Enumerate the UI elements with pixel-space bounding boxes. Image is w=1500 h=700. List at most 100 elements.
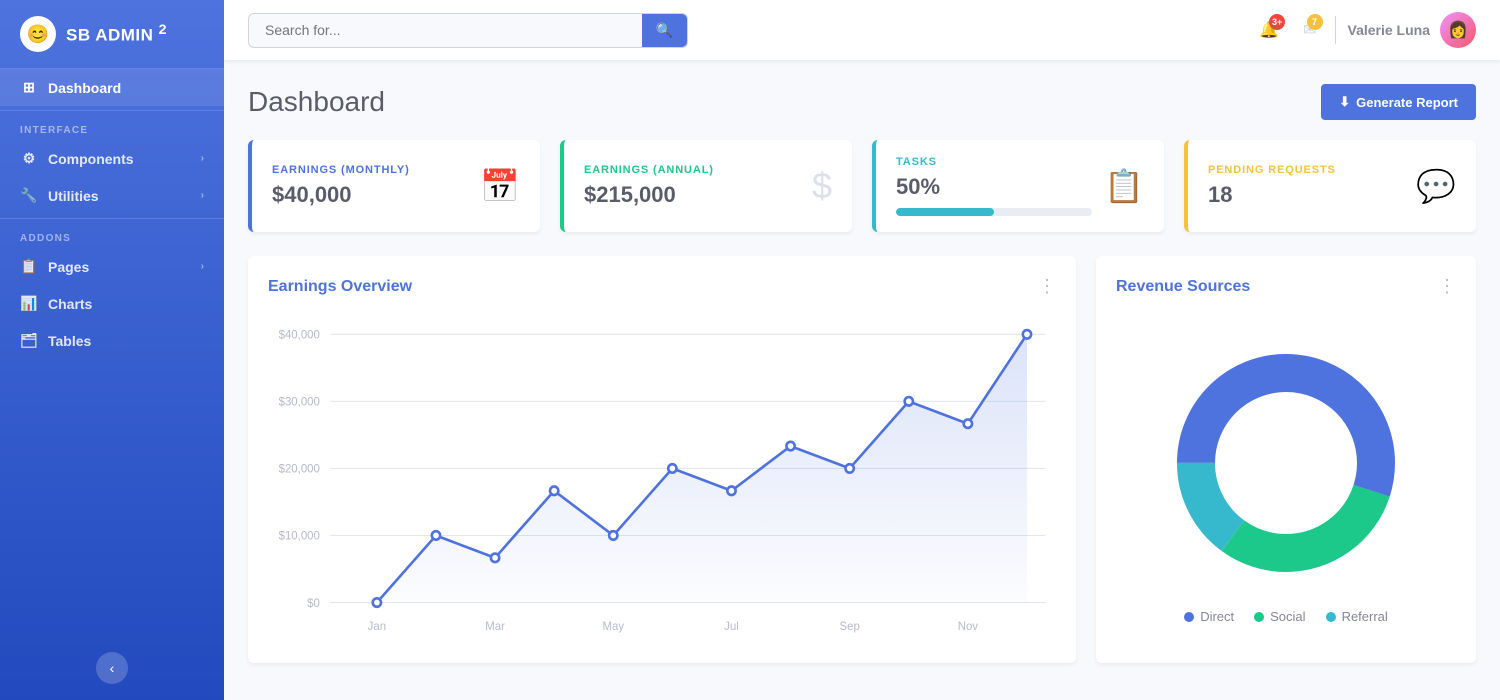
svg-text:Sep: Sep <box>840 621 860 633</box>
svg-text:$0: $0 <box>307 598 320 610</box>
generate-report-button[interactable]: ⬇ Generate Report <box>1321 84 1476 120</box>
topbar: 🔍 🔔 3+ ✉ 7 Valerie Luna 👩 <box>224 0 1500 60</box>
topbar-divider <box>1335 16 1336 44</box>
svg-text:$30,000: $30,000 <box>279 396 320 408</box>
stat-label: TASKS <box>896 156 1092 168</box>
sidebar-item-utilities[interactable]: 🔧 Utilities › <box>0 177 224 214</box>
stat-value: $40,000 <box>272 182 410 208</box>
content-area: Dashboard ⬇ Generate Report EARNINGS (MO… <box>224 60 1500 700</box>
search-button[interactable]: 🔍 <box>642 14 687 47</box>
user-profile[interactable]: Valerie Luna 👩 <box>1348 12 1476 48</box>
progress-fill <box>896 208 994 216</box>
donut-chart-svg <box>1156 333 1416 593</box>
chart-header: Earnings Overview ⋮ <box>268 276 1056 297</box>
sidebar-item-components[interactable]: ⚙ Components › <box>0 140 224 177</box>
chart-title: Earnings Overview <box>268 278 412 296</box>
svg-text:$10,000: $10,000 <box>279 531 320 543</box>
stat-card-monthly: EARNINGS (MONTHLY) $40,000 📅 <box>248 140 540 232</box>
user-name: Valerie Luna <box>1348 22 1430 38</box>
stat-cards: EARNINGS (MONTHLY) $40,000 📅 EARNINGS (A… <box>248 140 1476 232</box>
legend-dot <box>1184 612 1194 622</box>
svg-text:$40,000: $40,000 <box>279 329 320 341</box>
chat-icon: 💬 <box>1416 167 1456 205</box>
sidebar-item-tables[interactable]: 🗂 Tables <box>0 322 224 359</box>
legend-dot <box>1254 612 1264 622</box>
sidebar-item-dashboard[interactable]: ⊞ Dashboard <box>0 69 224 106</box>
sidebar-item-charts[interactable]: 📊 Charts <box>0 285 224 322</box>
chevron-right-icon: › <box>201 190 204 201</box>
search-input[interactable] <box>249 14 642 46</box>
pages-icon: 📋 <box>20 258 38 275</box>
revenue-sources-card: Revenue Sources ⋮ <box>1096 256 1476 663</box>
legend-label: Direct <box>1200 609 1234 624</box>
stat-label: EARNINGS (MONTHLY) <box>272 164 410 176</box>
brand-icon: 😊 <box>20 16 56 52</box>
stat-value: $215,000 <box>584 182 714 208</box>
legend-item-referral: Referral <box>1326 609 1388 624</box>
dollar-icon: $ <box>812 165 832 207</box>
messages-button[interactable]: ✉ 7 <box>1297 14 1322 46</box>
sidebar-item-label: Utilities <box>48 188 99 204</box>
chevron-right-icon: › <box>201 261 204 272</box>
tables-icon: 🗂 <box>20 332 38 349</box>
dashboard-icon: ⊞ <box>20 79 38 96</box>
notifications-badge: 3+ <box>1269 14 1285 30</box>
legend-label: Referral <box>1342 609 1388 624</box>
notifications-button[interactable]: 🔔 3+ <box>1253 14 1285 46</box>
stat-card-pending: PENDING REQUESTS 18 💬 <box>1184 140 1476 232</box>
progress-bar <box>896 208 1092 216</box>
page-title: Dashboard <box>248 86 385 118</box>
sidebar-item-label: Pages <box>48 259 89 275</box>
search-container: 🔍 <box>248 13 688 48</box>
chart-menu-button[interactable]: ⋮ <box>1038 276 1056 297</box>
svg-text:May: May <box>602 621 624 633</box>
donut-legend: Direct Social Referral <box>1184 609 1388 624</box>
components-icon: ⚙ <box>20 150 38 167</box>
chevron-right-icon: › <box>201 153 204 164</box>
sidebar-item-label: Tables <box>48 333 91 349</box>
messages-badge: 7 <box>1307 14 1323 30</box>
svg-text:Nov: Nov <box>958 621 978 633</box>
sidebar-heading-addons: ADDONS <box>0 223 224 248</box>
legend-item-direct: Direct <box>1184 609 1234 624</box>
calendar-icon: 📅 <box>480 167 520 205</box>
svg-text:Mar: Mar <box>485 621 505 633</box>
stat-card-tasks: TASKS 50% 📋 <box>872 140 1164 232</box>
stat-label: PENDING REQUESTS <box>1208 164 1336 176</box>
legend-label: Social <box>1270 609 1305 624</box>
chart-title: Revenue Sources <box>1116 278 1250 296</box>
search-icon: 🔍 <box>656 22 673 39</box>
main-area: 🔍 🔔 3+ ✉ 7 Valerie Luna 👩 Dashboard ⬇ <box>224 0 1500 700</box>
sidebar: 😊 SB ADMIN 2 ⊞ Dashboard INTERFACE ⚙ Com… <box>0 0 224 700</box>
avatar: 👩 <box>1440 12 1476 48</box>
svg-text:Jan: Jan <box>368 621 386 633</box>
download-icon: ⬇ <box>1339 94 1350 110</box>
clipboard-icon: 📋 <box>1104 167 1144 205</box>
chart-header: Revenue Sources ⋮ <box>1116 276 1456 297</box>
legend-item-social: Social <box>1254 609 1305 624</box>
utilities-icon: 🔧 <box>20 187 38 204</box>
brand-name: SB ADMIN 2 <box>66 22 167 46</box>
charts-row: Earnings Overview ⋮ <box>248 256 1476 663</box>
sidebar-item-pages[interactable]: 📋 Pages › <box>0 248 224 285</box>
donut-chart-wrapper: Direct Social Referral <box>1116 313 1456 624</box>
topbar-right: 🔔 3+ ✉ 7 Valerie Luna 👩 <box>1253 12 1476 48</box>
content-header: Dashboard ⬇ Generate Report <box>248 84 1476 120</box>
chart-menu-button[interactable]: ⋮ <box>1438 276 1456 297</box>
legend-dot <box>1326 612 1336 622</box>
sidebar-heading-interface: INTERFACE <box>0 115 224 140</box>
stat-card-annual: EARNINGS (ANNUAL) $215,000 $ <box>560 140 852 232</box>
charts-icon: 📊 <box>20 295 38 312</box>
brand[interactable]: 😊 SB ADMIN 2 <box>0 0 224 69</box>
svg-text:$20,000: $20,000 <box>279 464 320 476</box>
sidebar-item-label: Components <box>48 151 134 167</box>
stat-label: EARNINGS (ANNUAL) <box>584 164 714 176</box>
line-chart-svg: $40,000 $30,000 $20,000 $10,000 $0 Jan M… <box>268 313 1056 643</box>
earnings-overview-card: Earnings Overview ⋮ <box>248 256 1076 663</box>
svg-text:Jul: Jul <box>724 621 739 633</box>
sidebar-toggle-button[interactable]: ‹ <box>96 652 128 684</box>
sidebar-item-label: Dashboard <box>48 80 121 96</box>
stat-value: 18 <box>1208 182 1336 208</box>
sidebar-item-label: Charts <box>48 296 92 312</box>
line-chart: $40,000 $30,000 $20,000 $10,000 $0 Jan M… <box>268 313 1056 643</box>
